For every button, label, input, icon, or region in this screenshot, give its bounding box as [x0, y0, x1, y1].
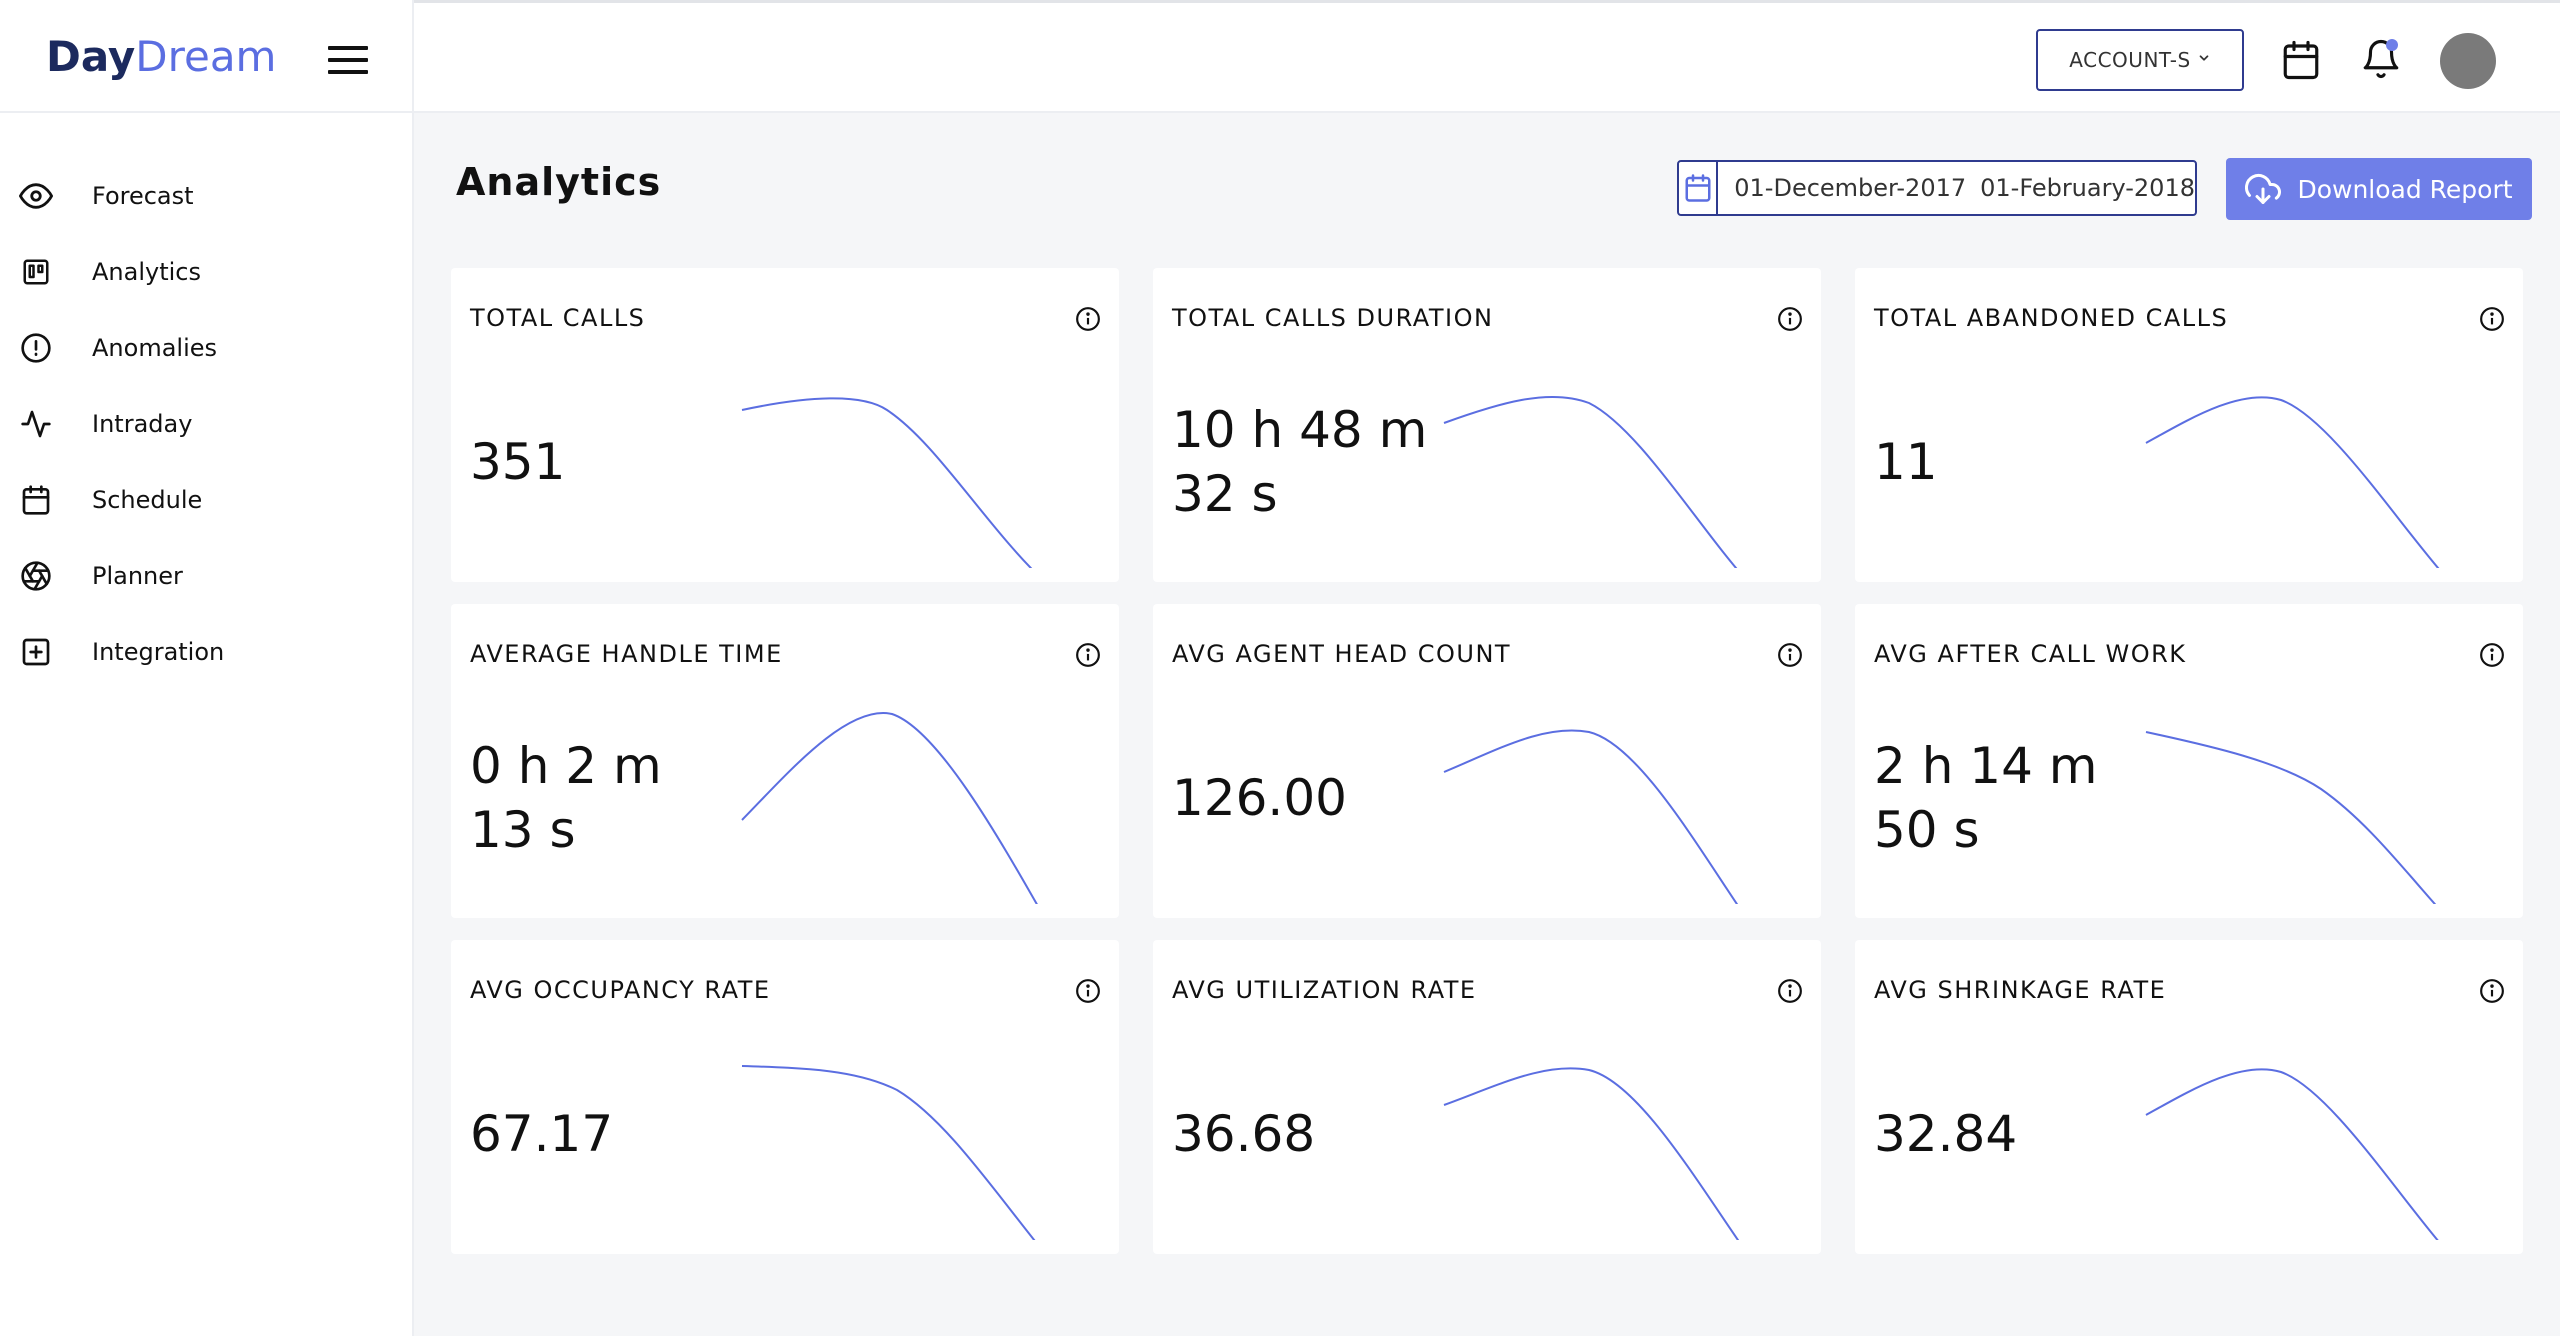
card-title: TOTAL CALLS [470, 304, 646, 332]
sidebar: DayDream Forecast Analytics Anomalies In… [0, 0, 414, 1336]
date-range-text[interactable]: 01-December-2017 01-February-2018 [1718, 174, 2195, 202]
app-logo[interactable]: DayDream [46, 32, 276, 81]
date-start: 01-December-2017 [1734, 174, 1967, 202]
sparkline [741, 712, 1038, 904]
account-label: ACCOUNT-S [2069, 48, 2191, 72]
card-title: AVG AFTER CALL WORK [1874, 640, 2187, 668]
info-icon[interactable] [1075, 642, 1101, 668]
metric-card-avg-after-call-work: AVG AFTER CALL WORK 2 h 14 m 50 s [1855, 604, 2523, 918]
card-value: 10 h 48 m 32 s [1172, 401, 1428, 523]
card-title: TOTAL ABANDONED CALLS [1874, 304, 2229, 332]
sidebar-item-label: Schedule [92, 486, 203, 514]
card-title: AVG SHRINKAGE RATE [1874, 976, 2167, 1004]
sidebar-item-label: Forecast [92, 182, 194, 210]
sidebar-item-label: Analytics [92, 258, 201, 286]
sparkline [2145, 731, 2437, 904]
info-icon[interactable] [2479, 642, 2505, 668]
cloud-download-icon [2245, 171, 2282, 207]
card-value: 67.17 [470, 1105, 614, 1163]
download-report-button[interactable]: Download Report [2226, 158, 2532, 220]
logo-dream: Dream [135, 32, 277, 81]
info-icon[interactable] [1777, 642, 1803, 668]
calendar-icon [18, 482, 54, 518]
metric-card-total-calls-duration: TOTAL CALLS DURATION 10 h 48 m 32 s [1153, 268, 1821, 582]
metric-card-average-handle-time: AVERAGE HANDLE TIME 0 h 2 m 13 s [451, 604, 1119, 918]
sidebar-item-planner[interactable]: Planner [0, 538, 414, 614]
sidebar-item-label: Planner [92, 562, 183, 590]
card-value: 32.84 [1874, 1105, 2018, 1163]
topbar: ACCOUNT-S [414, 0, 2560, 113]
info-icon[interactable] [1075, 306, 1101, 332]
card-value: 0 h 2 m 13 s [470, 737, 662, 859]
plus-square-icon [18, 634, 54, 670]
aperture-icon [18, 558, 54, 594]
activity-icon [18, 406, 54, 442]
sparkline [2145, 396, 2440, 568]
card-title: AVG UTILIZATION RATE [1172, 976, 1477, 1004]
info-icon[interactable] [1777, 978, 1803, 1004]
card-title: AVG AGENT HEAD COUNT [1172, 640, 1512, 668]
download-report-label: Download Report [2297, 174, 2513, 204]
sidebar-item-forecast[interactable]: Forecast [0, 158, 414, 234]
hamburger-menu-icon[interactable] [328, 46, 368, 76]
card-value: 2 h 14 m 50 s [1874, 737, 2098, 859]
board-icon [18, 254, 54, 290]
account-dropdown[interactable]: ACCOUNT-S [2036, 29, 2244, 91]
notification-bell-icon[interactable] [2360, 37, 2402, 83]
logo-bar: DayDream [0, 0, 412, 113]
sidebar-item-label: Integration [92, 638, 225, 666]
metric-card-avg-occupancy-rate: AVG OCCUPANCY RATE 67.17 [451, 940, 1119, 1254]
metric-card-total-calls: TOTAL CALLS 351 [451, 268, 1119, 582]
page-title: Analytics [456, 160, 662, 204]
notification-dot [2386, 39, 2398, 51]
sparkline [1443, 395, 1738, 568]
calendar-icon[interactable] [1679, 162, 1719, 214]
sidebar-item-analytics[interactable]: Analytics [0, 234, 414, 310]
card-value: 36.68 [1172, 1105, 1316, 1163]
metric-card-avg-shrinkage-rate: AVG SHRINKAGE RATE 32.84 [1855, 940, 2523, 1254]
card-title: AVG OCCUPANCY RATE [470, 976, 771, 1004]
card-title: TOTAL CALLS DURATION [1172, 304, 1494, 332]
info-icon[interactable] [1777, 306, 1803, 332]
date-end: 01-February-2018 [1980, 174, 2195, 202]
sparkline [1443, 729, 1739, 904]
avatar[interactable] [2440, 33, 2496, 89]
sidebar-item-label: Anomalies [92, 334, 218, 362]
sidebar-item-schedule[interactable]: Schedule [0, 462, 414, 538]
sparkline [1443, 1067, 1740, 1240]
date-range-picker[interactable]: 01-December-2017 01-February-2018 [1677, 160, 2197, 216]
eye-icon [18, 178, 54, 214]
metric-card-avg-agent-head-count: AVG AGENT HEAD COUNT 126.00 [1153, 604, 1821, 918]
sparkline [741, 1065, 1036, 1240]
card-value: 11 [1874, 433, 1938, 491]
card-title: AVERAGE HANDLE TIME [470, 640, 783, 668]
sidebar-item-anomalies[interactable]: Anomalies [0, 310, 414, 386]
alert-circle-icon [18, 330, 54, 366]
chevron-down-icon [2197, 51, 2211, 69]
sidebar-item-label: Intraday [92, 410, 193, 438]
sidebar-item-intraday[interactable]: Intraday [0, 386, 414, 462]
metric-card-avg-utilization-rate: AVG UTILIZATION RATE 36.68 [1153, 940, 1821, 1254]
logo-day: Day [46, 32, 136, 81]
sidebar-item-integration[interactable]: Integration [0, 614, 414, 690]
sidebar-nav: Forecast Analytics Anomalies Intraday Sc… [0, 158, 414, 690]
sparkline [741, 397, 1033, 568]
calendar-icon[interactable] [2280, 39, 2322, 81]
card-value: 351 [470, 433, 566, 491]
metric-card-total-abandoned-calls: TOTAL ABANDONED CALLS 11 [1855, 268, 2523, 582]
info-icon[interactable] [2479, 306, 2505, 332]
info-icon[interactable] [1075, 978, 1101, 1004]
sparkline [2145, 1068, 2439, 1240]
info-icon[interactable] [2479, 978, 2505, 1004]
card-value: 126.00 [1172, 769, 1347, 827]
